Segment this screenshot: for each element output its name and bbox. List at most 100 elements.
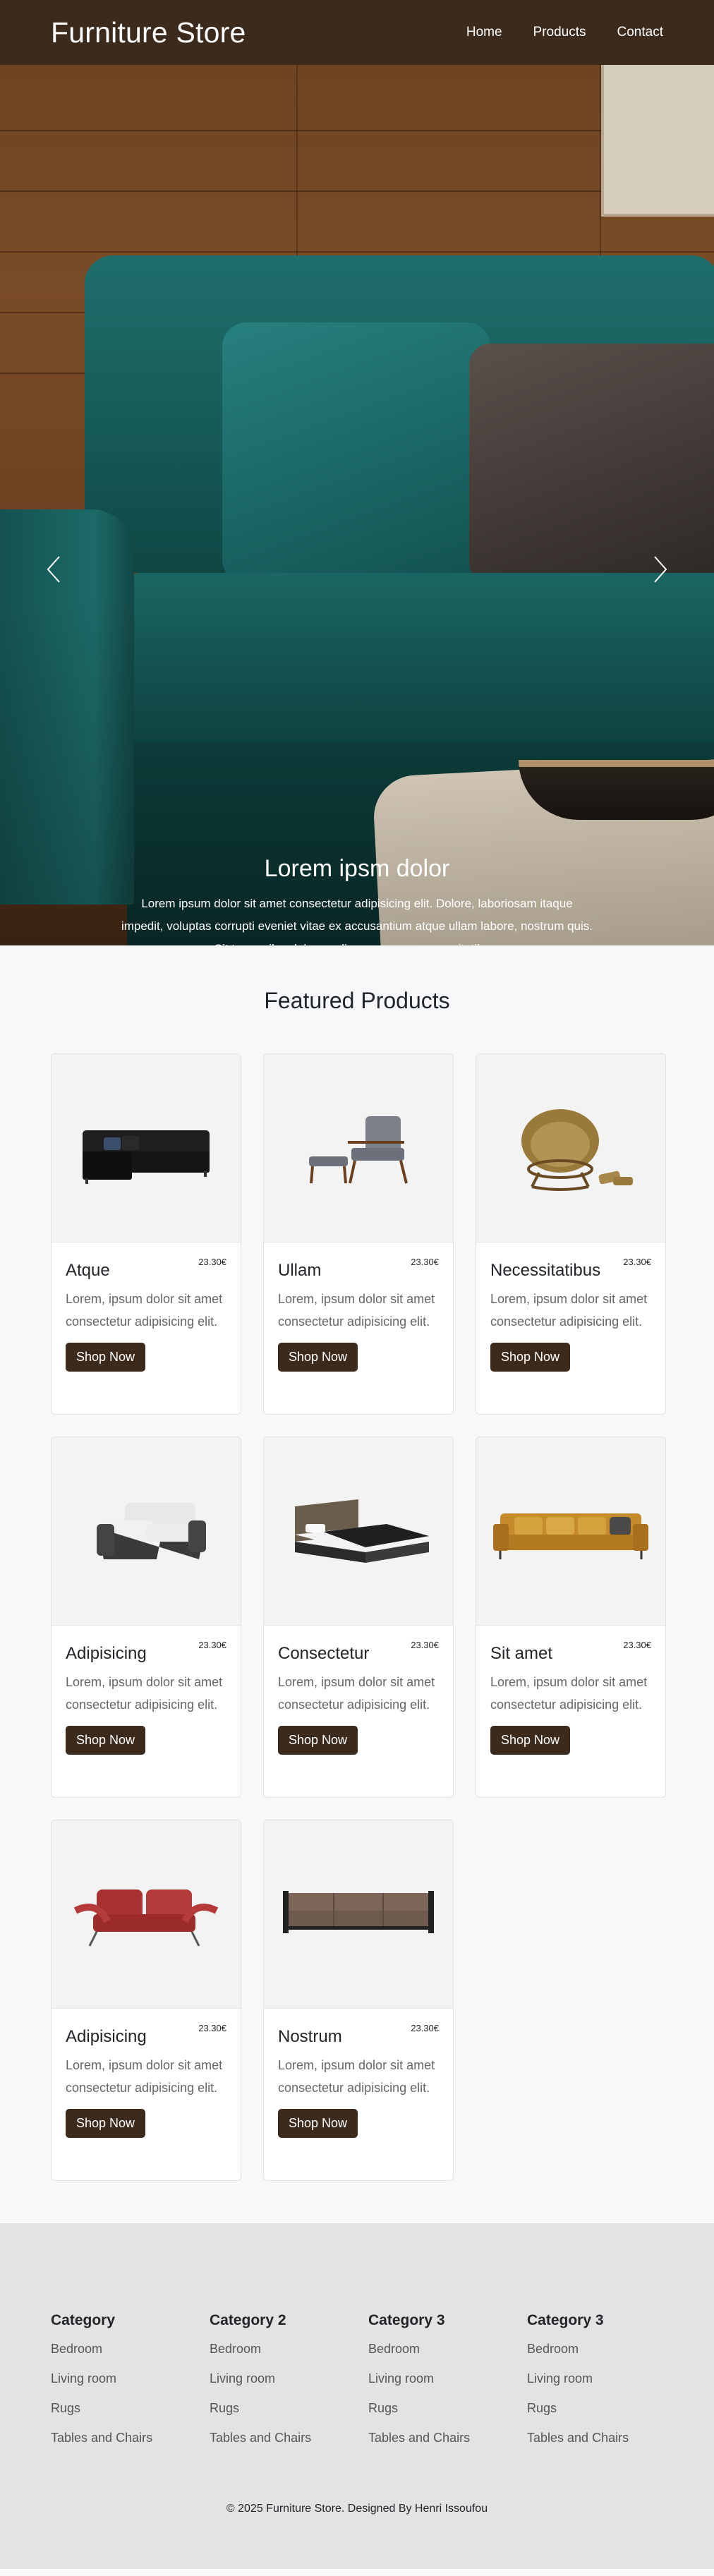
product-price: 23.30€ [411, 1257, 439, 1267]
product-card: Necessitatibus 23.30€ Lorem, ipsum dolor… [476, 1053, 666, 1415]
hero-text: Lorem ipsum dolor sit amet consectetur a… [121, 897, 593, 945]
footer: Category Bedroom Living room Rugs Tables… [0, 2223, 714, 2569]
shop-now-button[interactable]: Shop Now [278, 1343, 358, 1372]
product-description: Lorem, ipsum dolor sit amet consectetur … [490, 1292, 648, 1329]
product-price: 23.30€ [198, 1257, 226, 1267]
hero-caption: Lorem ipsm dolor Lorem ipsum dolor sit a… [0, 855, 714, 945]
nav-link-products[interactable]: Products [533, 25, 586, 40]
shop-now-button[interactable]: Shop Now [66, 1726, 146, 1755]
featured-products: Featured Products Atque 23.30€ Lorem, ip… [0, 945, 714, 2223]
product-card: Sit amet 23.30€ Lorem, ipsum dolor sit a… [476, 1437, 666, 1798]
footer-column: Category Bedroom Living room Rugs Tables… [51, 2312, 210, 2460]
product-description: Lorem, ipsum dolor sit amet consectetur … [66, 2058, 223, 2095]
product-card-body: Nostrum 23.30€ Lorem, ipsum dolor sit am… [264, 2009, 453, 2138]
product-card: Adipisicing 23.30€ Lorem, ipsum dolor si… [51, 1820, 241, 2181]
product-price: 23.30€ [623, 1640, 651, 1650]
product-image [52, 1054, 241, 1242]
brown-bench-sofa-image [283, 1891, 434, 1933]
product-card-body: Atque 23.30€ Lorem, ipsum dolor sit amet… [52, 1242, 241, 1372]
bed-image [295, 1499, 429, 1563]
footer-link-tables-chairs[interactable]: Tables and Chairs [368, 2431, 527, 2445]
product-card-body: Consectetur 23.30€ Lorem, ipsum dolor si… [264, 1626, 453, 1755]
product-description: Lorem, ipsum dolor sit amet consectetur … [490, 1675, 648, 1712]
product-grid: Atque 23.30€ Lorem, ipsum dolor sit amet… [51, 1053, 666, 2181]
footer-column: Category 3 Bedroom Living room Rugs Tabl… [368, 2312, 527, 2460]
shop-now-button[interactable]: Shop Now [278, 2109, 358, 2138]
shop-now-button[interactable]: Shop Now [66, 2109, 146, 2138]
hero-overlay [0, 65, 714, 945]
footer-link-tables-chairs[interactable]: Tables and Chairs [210, 2431, 368, 2445]
hero-title: Lorem ipsm dolor [264, 855, 450, 882]
footer-link-rugs[interactable]: Rugs [527, 2401, 686, 2416]
product-price: 23.30€ [411, 2023, 439, 2033]
footer-link-rugs[interactable]: Rugs [210, 2401, 368, 2416]
product-image [52, 1437, 241, 1626]
product-description: Lorem, ipsum dolor sit amet consectetur … [278, 1675, 435, 1712]
brand-logo[interactable]: Furniture Store [51, 16, 246, 49]
footer-link-tables-chairs[interactable]: Tables and Chairs [527, 2431, 686, 2445]
product-image [264, 1820, 453, 2009]
product-image [264, 1437, 453, 1626]
product-card: Adipisicing 23.30€ Lorem, ipsum dolor si… [51, 1437, 241, 1798]
chevron-right-icon [654, 556, 667, 583]
footer-link-living-room[interactable]: Living room [51, 2371, 210, 2386]
product-image [476, 1437, 665, 1626]
product-card-body: Necessitatibus 23.30€ Lorem, ipsum dolor… [476, 1242, 665, 1372]
footer-column: Category 3 Bedroom Living room Rugs Tabl… [527, 2312, 686, 2460]
product-image [264, 1054, 453, 1242]
product-card-body: Adipisicing 23.30€ Lorem, ipsum dolor si… [52, 1626, 241, 1755]
product-price: 23.30€ [198, 2023, 226, 2033]
product-image [476, 1054, 665, 1242]
nav-link-home[interactable]: Home [466, 25, 502, 40]
footer-link-rugs[interactable]: Rugs [51, 2401, 210, 2416]
footer-column-title: Category 3 [527, 2312, 604, 2328]
product-card: Atque 23.30€ Lorem, ipsum dolor sit amet… [51, 1053, 241, 1415]
footer-column-title: Category 3 [368, 2312, 445, 2328]
footer-column-title: Category [51, 2312, 116, 2328]
footer-link-bedroom[interactable]: Bedroom [210, 2342, 368, 2357]
footer-link-bedroom[interactable]: Bedroom [527, 2342, 686, 2357]
product-card-body: Sit amet 23.30€ Lorem, ipsum dolor sit a… [476, 1626, 665, 1755]
shop-now-button[interactable]: Shop Now [66, 1343, 146, 1372]
footer-column: Category 2 Bedroom Living room Rugs Tabl… [210, 2312, 368, 2460]
footer-link-rugs[interactable]: Rugs [368, 2401, 527, 2416]
shop-now-button[interactable]: Shop Now [490, 1343, 571, 1372]
footer-link-living-room[interactable]: Living room [527, 2371, 686, 2386]
mustard-sofa-image [493, 1513, 648, 1559]
black-sectional-sofa-image [83, 1130, 210, 1184]
red-loveseat-image [73, 1889, 219, 1947]
footer-link-bedroom[interactable]: Bedroom [51, 2342, 210, 2357]
product-price: 23.30€ [623, 1257, 651, 1267]
product-description: Lorem, ipsum dolor sit amet consectetur … [278, 2058, 435, 2095]
shop-now-button[interactable]: Shop Now [278, 1726, 358, 1755]
footer-columns: Category Bedroom Living room Rugs Tables… [51, 2312, 663, 2460]
footer-link-bedroom[interactable]: Bedroom [368, 2342, 527, 2357]
carousel-next-button[interactable] [646, 552, 674, 587]
white-wicker-sofa-image [97, 1503, 206, 1559]
product-price: 23.30€ [198, 1640, 226, 1650]
footer-link-tables-chairs[interactable]: Tables and Chairs [51, 2431, 210, 2445]
shop-now-button[interactable]: Shop Now [490, 1726, 571, 1755]
section-title: Featured Products [264, 988, 450, 1013]
armchair-with-ottoman-image [309, 1116, 408, 1184]
product-card: Consectetur 23.30€ Lorem, ipsum dolor si… [263, 1437, 454, 1798]
chevron-left-icon [47, 556, 60, 583]
carousel-prev-button[interactable] [40, 552, 68, 587]
product-card: Ullam 23.30€ Lorem, ipsum dolor sit amet… [263, 1053, 454, 1415]
hero-carousel: Lorem ipsm dolor Lorem ipsum dolor sit a… [0, 65, 714, 945]
footer-link-living-room[interactable]: Living room [368, 2371, 527, 2386]
footer-link-living-room[interactable]: Living room [210, 2371, 368, 2386]
product-description: Lorem, ipsum dolor sit amet consectetur … [278, 1292, 435, 1329]
copyright-text: © 2025 Furniture Store. Designed By Henr… [226, 2503, 488, 2515]
product-card: Nostrum 23.30€ Lorem, ipsum dolor sit am… [263, 1820, 454, 2181]
nav-link-contact[interactable]: Contact [617, 25, 663, 40]
product-card-body: Adipisicing 23.30€ Lorem, ipsum dolor si… [52, 2009, 241, 2138]
product-description: Lorem, ipsum dolor sit amet consectetur … [66, 1675, 223, 1712]
papasan-chair-image [521, 1109, 633, 1191]
product-price: 23.30€ [411, 1640, 439, 1650]
navbar: Furniture Store Home Products Contact [0, 0, 714, 65]
product-card-body: Ullam 23.30€ Lorem, ipsum dolor sit amet… [264, 1242, 453, 1372]
footer-column-title: Category 2 [210, 2312, 286, 2328]
product-image [52, 1820, 241, 2009]
nav-links: Home Products Contact [466, 25, 663, 40]
